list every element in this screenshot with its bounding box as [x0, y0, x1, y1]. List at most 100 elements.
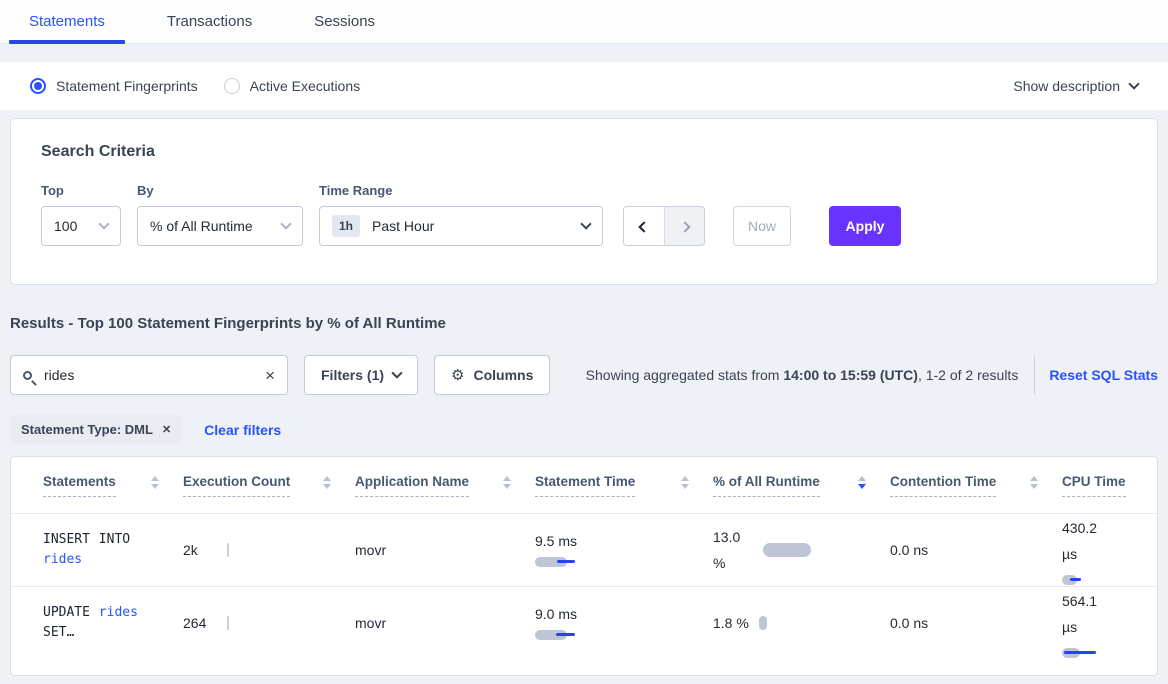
- sort-icon[interactable]: [323, 476, 331, 489]
- columns-button[interactable]: ⚙ Columns: [434, 355, 550, 395]
- by-label: By: [137, 183, 303, 198]
- runtime-percent-value: 13.0 %: [713, 524, 753, 576]
- time-range-field: Time Range 1h Past Hour: [319, 183, 603, 246]
- sort-icon[interactable]: [151, 476, 159, 489]
- search-icon: [23, 371, 32, 380]
- column-header-runtime[interactable]: % of All Runtime: [713, 474, 890, 497]
- chevron-down-icon: [580, 218, 591, 229]
- prev-time-button[interactable]: [624, 207, 664, 246]
- application-name-value: movr: [355, 615, 386, 631]
- tab-sessions[interactable]: Sessions: [294, 0, 395, 43]
- radio-active-executions[interactable]: Active Executions: [224, 78, 361, 94]
- chevron-down-icon: [98, 218, 109, 229]
- column-header-statements[interactable]: Statements: [43, 474, 183, 497]
- statement-time-bar: [535, 556, 699, 568]
- sort-icon-active-desc[interactable]: [858, 476, 866, 489]
- chevron-left-icon: [638, 221, 649, 232]
- divider: [1034, 356, 1035, 394]
- sort-icon[interactable]: [503, 476, 511, 489]
- radio-label: Active Executions: [250, 78, 361, 94]
- time-range-label: Time Range: [319, 183, 603, 198]
- chevron-down-icon: [391, 367, 402, 378]
- cpu-time-value: 564.1 µs: [1062, 588, 1112, 640]
- stats-area: Showing aggregated stats from 14:00 to 1…: [586, 356, 1158, 394]
- column-header-statement-time[interactable]: Statement Time: [535, 474, 713, 497]
- runtime-percent-value: 1.8 %: [713, 610, 749, 636]
- show-description-label: Show description: [1013, 78, 1120, 94]
- statement-link[interactable]: rides: [99, 605, 138, 620]
- results-table-card: Statements Execution Count Application N…: [10, 456, 1158, 676]
- cpu-time-value: 430.2 µs: [1062, 515, 1112, 567]
- contention-time-value: 0.0 ns: [890, 615, 928, 631]
- statement-time-bar: [535, 629, 699, 641]
- view-mode-bar: Statement Fingerprints Active Executions…: [0, 62, 1168, 110]
- filter-chip-statement-type[interactable]: Statement Type: DML ✕: [10, 415, 182, 444]
- tab-statements[interactable]: Statements: [9, 0, 125, 43]
- column-header-execution-count[interactable]: Execution Count: [183, 474, 355, 497]
- search-criteria-title: Search Criteria: [31, 143, 1137, 161]
- statement-fingerprint: UPDATE rides SET…: [43, 603, 163, 643]
- aggregated-stats-text: Showing aggregated stats from 14:00 to 1…: [586, 367, 1019, 383]
- table-row: INSERT INTO rides 2k movr 9.5 ms 13.0 % …: [11, 513, 1158, 586]
- filter-chip-label: Statement Type: DML: [21, 422, 153, 437]
- application-name-value: movr: [355, 542, 386, 558]
- show-description-toggle[interactable]: Show description: [1013, 78, 1138, 94]
- radio-unselected-icon[interactable]: [224, 78, 240, 94]
- search-criteria-card: Search Criteria Top 100 By % of All Runt…: [10, 118, 1158, 285]
- chevron-down-icon: [280, 218, 291, 229]
- page-tabs: Statements Transactions Sessions: [0, 0, 1168, 44]
- columns-button-label: Columns: [473, 367, 533, 383]
- column-header-contention-time[interactable]: Contention Time: [890, 474, 1062, 497]
- active-filters-row: Statement Type: DML ✕ Clear filters: [10, 415, 1158, 444]
- by-select[interactable]: % of All Runtime: [137, 206, 303, 246]
- results-heading: Results - Top 100 Statement Fingerprints…: [10, 315, 1158, 332]
- radio-statement-fingerprints[interactable]: Statement Fingerprints: [30, 78, 198, 94]
- statement-time-value: 9.5 ms: [535, 533, 699, 549]
- table-header-row: Statements Execution Count Application N…: [11, 457, 1158, 513]
- sort-icon[interactable]: [1030, 476, 1038, 489]
- execution-count-value: 2k: [183, 542, 227, 558]
- time-range-select[interactable]: 1h Past Hour: [319, 206, 603, 246]
- chevron-right-icon: [679, 221, 690, 232]
- cpu-time-bar: [1062, 574, 1158, 586]
- clear-search-icon[interactable]: ×: [265, 367, 275, 384]
- filters-button-label: Filters (1): [321, 367, 384, 383]
- time-pager: [623, 206, 705, 246]
- remove-filter-icon[interactable]: ✕: [162, 423, 171, 436]
- column-header-application-name[interactable]: Application Name: [355, 474, 535, 497]
- execution-count-value: 264: [183, 615, 227, 631]
- top-label: Top: [41, 183, 121, 198]
- by-field: By % of All Runtime: [137, 183, 303, 246]
- runtime-percent-bar: [763, 543, 811, 557]
- filters-button[interactable]: Filters (1): [304, 355, 418, 395]
- top-field: Top 100: [41, 183, 121, 246]
- chevron-down-icon: [1128, 78, 1139, 89]
- cpu-time-bar: [1062, 647, 1158, 659]
- tab-transactions[interactable]: Transactions: [147, 0, 272, 43]
- top-select-value: 100: [54, 218, 77, 234]
- results-toolbar: × Filters (1) ⚙ Columns Showing aggregat…: [10, 355, 1158, 395]
- clear-filters-link[interactable]: Clear filters: [204, 422, 281, 438]
- sort-icon[interactable]: [681, 476, 689, 489]
- statement-fingerprint: INSERT INTO rides: [43, 530, 163, 570]
- statement-time-value: 9.0 ms: [535, 606, 699, 622]
- by-select-value: % of All Runtime: [150, 218, 253, 234]
- radio-label: Statement Fingerprints: [56, 78, 198, 94]
- time-range-badge: 1h: [332, 215, 360, 237]
- apply-button[interactable]: Apply: [829, 206, 901, 246]
- search-input[interactable]: [44, 367, 265, 383]
- table-row: UPDATE rides SET… 264 movr 9.0 ms 1.8 % …: [11, 586, 1158, 659]
- now-button[interactable]: Now: [733, 206, 791, 246]
- reset-sql-stats-link[interactable]: Reset SQL Stats: [1049, 367, 1158, 383]
- top-select[interactable]: 100: [41, 206, 121, 246]
- search-box[interactable]: ×: [10, 355, 288, 395]
- radio-selected-icon[interactable]: [30, 78, 46, 94]
- next-time-button[interactable]: [664, 207, 704, 246]
- time-range-value: Past Hour: [372, 218, 434, 234]
- statement-link[interactable]: rides: [43, 552, 82, 567]
- runtime-percent-bar: [759, 616, 767, 630]
- count-bar: [227, 543, 229, 557]
- gear-icon: ⚙: [451, 366, 464, 384]
- column-header-cpu-time[interactable]: CPU Time: [1062, 474, 1158, 497]
- count-bar: [227, 616, 229, 630]
